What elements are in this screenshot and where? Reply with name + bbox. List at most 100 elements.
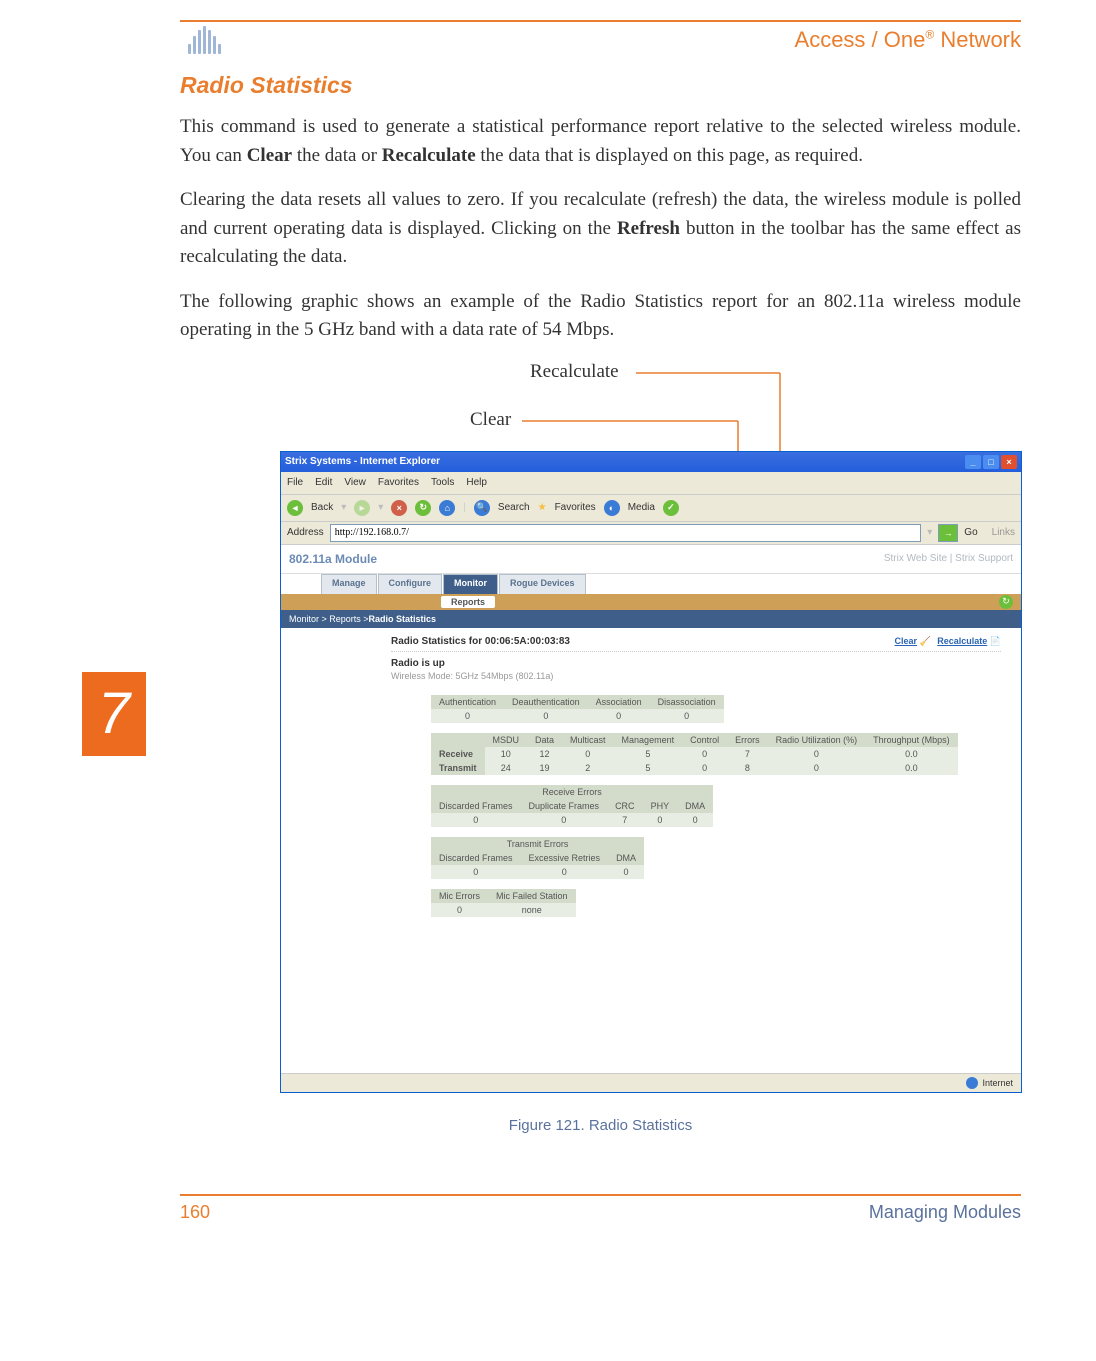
clear-link[interactable]: Clear [895,636,918,646]
th [431,733,485,747]
th: Data [527,733,562,747]
address-bar: Address ▾ → Go Links [281,522,1021,545]
refresh-button[interactable]: ↻ [999,595,1013,609]
td: 0 [650,709,724,723]
stop-icon[interactable]: × [391,500,407,516]
window-titlebar[interactable]: Strix Systems - Internet Explorer _ □ × [281,452,1021,472]
maximize-button[interactable]: □ [983,455,999,469]
radio-status: Radio is up [391,658,1001,669]
th: Multicast [562,733,614,747]
back-icon[interactable]: ◄ [287,500,303,516]
menu-edit[interactable]: Edit [315,477,332,488]
menu-favorites[interactable]: Favorites [378,477,419,488]
th: Deauthentication [504,695,588,709]
th: Association [588,695,650,709]
td: 7 [727,747,768,761]
th: Throughput (Mbps) [865,733,958,747]
forward-icon[interactable]: ► [354,500,370,516]
figure-caption: Figure 121. Radio Statistics [180,1117,1021,1134]
th: MSDU [485,733,528,747]
go-label[interactable]: Go [964,527,977,538]
breadcrumb-current: Radio Statistics [369,614,437,624]
module-header: 802.11a Module Strix Web Site | Strix Su… [281,545,1021,574]
menu-tools[interactable]: Tools [431,477,454,488]
subtab-reports[interactable]: Reports [441,596,495,608]
td: 7 [607,813,643,827]
td: 0 [677,813,713,827]
menu-file[interactable]: File [287,477,303,488]
media-label[interactable]: Media [628,502,655,513]
td: 0 [768,747,866,761]
th: CRC [607,799,643,813]
section-title: Radio Statistics [180,72,1021,99]
td: 0 [431,813,521,827]
td: 0 [682,747,727,761]
tab-row: Manage Configure Monitor Rogue Devices [281,574,1021,594]
td: 0.0 [865,747,958,761]
back-label[interactable]: Back [311,502,333,513]
page-number: 160 [180,1202,210,1223]
td: 0 [643,813,678,827]
th: Discarded Frames [431,799,521,813]
close-button[interactable]: × [1001,455,1017,469]
go-button[interactable]: → [938,524,958,542]
report-content: Radio Statistics for 00:06:5A:00:03:83 C… [281,628,1021,1093]
td: 0 [768,761,866,775]
text: the data that is displayed on this page,… [476,145,863,166]
th: Authentication [431,695,504,709]
callout-clear: Clear [470,409,511,431]
search-label[interactable]: Search [498,502,530,513]
auth-table: Authentication Deauthentication Associat… [431,695,724,723]
rx-errors-table: Receive Errors Discarded Frames Duplicat… [431,785,713,827]
media-icon[interactable]: ◐ [604,500,620,516]
text: the data or [292,145,382,166]
breadcrumb: Monitor > Reports > Radio Statistics [281,610,1021,628]
home-icon[interactable]: ⌂ [439,500,455,516]
refresh-icon[interactable]: ↻ [415,500,431,516]
td: 8 [727,761,768,775]
th: Management [614,733,683,747]
rxtx-table: MSDU Data Multicast Management Control E… [431,733,958,775]
th: DMA [677,799,713,813]
bold-clear: Clear [247,145,292,166]
th: Radio Utilization (%) [768,733,866,747]
search-icon[interactable]: 🔍 [474,500,490,516]
th: Excessive Retries [521,851,609,865]
menu-help[interactable]: Help [466,477,487,488]
favorites-label[interactable]: Favorites [555,502,596,513]
paragraph-2: Clearing the data resets all values to z… [180,186,1021,272]
internet-zone-icon [966,1077,978,1089]
td: 0 [504,709,588,723]
td: 0 [431,903,488,917]
wireless-mode: Wireless Mode: 5GHz 54Mbps (802.11a) [391,671,1001,681]
td: 0 [431,709,504,723]
breadcrumb-pre: Monitor > Reports > [289,614,369,624]
paragraph-3: The following graphic shows an example o… [180,288,1021,345]
bold-refresh: Refresh [617,218,680,239]
stats-title: Radio Statistics for 00:06:5A:00:03:83 [391,636,570,647]
th: DMA [608,851,644,865]
callout-recalculate: Recalculate [530,361,619,383]
td: 10 [485,747,528,761]
address-label: Address [287,527,324,538]
th: Control [682,733,727,747]
history-icon[interactable]: ✓ [663,500,679,516]
row-label: Transmit [431,761,485,775]
bold-recalculate: Recalculate [382,145,476,166]
menu-view[interactable]: View [344,477,366,488]
td: 0 [682,761,727,775]
td: 5 [614,761,683,775]
site-links[interactable]: Strix Web Site | Strix Support [884,553,1013,564]
menubar: File Edit View Favorites Tools Help [281,472,1021,495]
tx-errors-table: Transmit Errors Discarded Frames Excessi… [431,837,644,879]
address-input[interactable] [330,524,922,542]
tab-monitor[interactable]: Monitor [443,574,498,594]
tab-rogue[interactable]: Rogue Devices [499,574,586,594]
links-label[interactable]: Links [992,527,1015,538]
minimize-button[interactable]: _ [965,455,981,469]
tab-configure[interactable]: Configure [378,574,443,594]
recalculate-link[interactable]: Recalculate [937,636,987,646]
tab-manage[interactable]: Manage [321,574,377,594]
td: 5 [614,747,683,761]
brand-text: Access / One® Network [795,27,1021,53]
